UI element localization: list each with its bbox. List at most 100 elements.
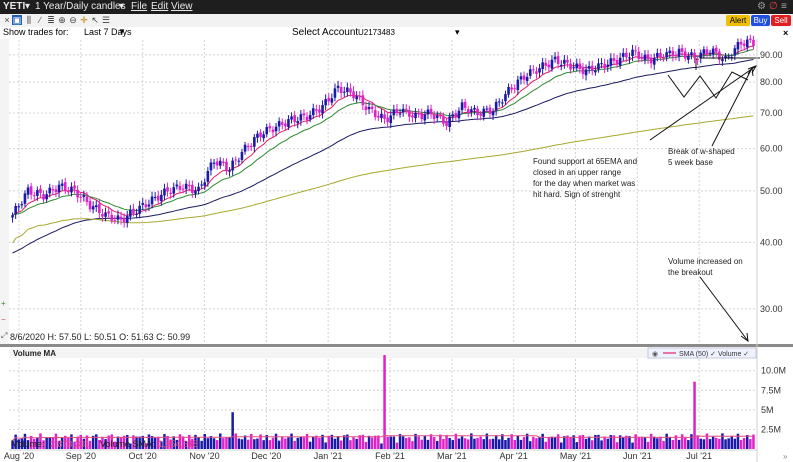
volume-title: Volume MA xyxy=(13,349,56,358)
panel-divider[interactable] xyxy=(0,344,793,347)
volume-bar xyxy=(634,434,637,449)
volume-bar xyxy=(231,412,234,449)
volume-bar xyxy=(690,434,693,449)
volume-bar xyxy=(622,437,625,449)
volume-bar xyxy=(708,439,712,449)
volume-bar xyxy=(733,438,737,449)
volume-bar xyxy=(491,438,495,449)
volume-bar xyxy=(513,440,516,449)
x-tick-label: Sep '20 xyxy=(66,451,96,461)
volume-bar xyxy=(646,441,650,449)
volume-tick-label: 2.5M xyxy=(761,424,781,434)
volume-bar xyxy=(243,435,247,449)
volume-bar xyxy=(510,434,513,449)
volume-bar xyxy=(587,436,591,449)
volume-bar xyxy=(535,438,538,449)
x-tick-label: Nov '20 xyxy=(189,451,219,461)
volume-bar xyxy=(380,443,383,449)
x-tick-label: Jul '21 xyxy=(686,451,712,461)
volume-bar xyxy=(240,439,244,449)
volume-bar xyxy=(739,439,743,449)
volume-bar xyxy=(333,438,337,449)
volume-bar xyxy=(293,440,296,449)
volume-bar xyxy=(488,439,492,449)
volume-bar xyxy=(560,442,563,449)
volume-bar xyxy=(727,438,730,449)
volume-bar xyxy=(228,437,231,449)
volume-bar xyxy=(600,440,603,449)
volume-bar xyxy=(529,441,532,449)
volume-bar xyxy=(473,438,476,449)
volume-bar xyxy=(467,439,470,449)
volume-bar xyxy=(507,437,510,449)
volume-bar xyxy=(429,434,433,449)
volume-bar xyxy=(749,439,752,449)
volume-bar xyxy=(653,436,656,449)
volume-bar xyxy=(364,441,368,449)
volume-bar xyxy=(711,436,715,449)
volume-bar xyxy=(392,436,396,449)
volume-bar xyxy=(702,439,706,449)
volume-bar xyxy=(219,433,222,449)
side-zoom-icon[interactable]: ⤢ xyxy=(0,331,7,340)
side-minus-icon[interactable]: − xyxy=(1,315,6,324)
volume-bar xyxy=(693,381,696,449)
volume-bar xyxy=(203,433,206,449)
volume-bar xyxy=(305,433,309,449)
volume-bar xyxy=(715,437,718,449)
x-tick-label: Jun '21 xyxy=(623,451,652,461)
volume-bar xyxy=(544,441,547,449)
price-tick-label: 40.00 xyxy=(760,237,783,247)
volume-bar xyxy=(752,434,755,449)
x-tick-label: Jan '21 xyxy=(314,451,343,461)
price-tick-label: 30.00 xyxy=(760,304,783,314)
volume-bar xyxy=(398,434,402,449)
legend-volume[interactable]: Volume ✓ xyxy=(718,351,749,358)
price-tick-label: 80.00 xyxy=(760,77,783,87)
volume-bar xyxy=(343,435,346,449)
volume-bar xyxy=(442,438,445,449)
chart-canvas: + − ⤢ 30.00 40.00 50.00 60.00 70.00 80.00 90.0… xyxy=(0,34,793,462)
annotation-support-line3: for the day when market was xyxy=(533,179,635,188)
volume-bar xyxy=(318,437,321,449)
volume-bar xyxy=(724,439,727,449)
volume-bar xyxy=(290,433,293,449)
volume-tick-label: 7.5M xyxy=(761,385,781,395)
legend-eye-icon[interactable]: ◉ xyxy=(652,351,658,358)
volume-bar xyxy=(271,437,275,449)
volume-bar xyxy=(448,437,451,449)
volume-bar xyxy=(532,436,535,449)
side-plus-icon[interactable]: + xyxy=(1,299,6,308)
volume-bar xyxy=(284,438,287,449)
volume-bar xyxy=(315,435,318,449)
volume-bar xyxy=(684,437,687,449)
volume-bar xyxy=(665,433,668,449)
volume-bar xyxy=(377,435,380,449)
scroll-right-icon[interactable]: » xyxy=(783,452,788,461)
volume-bar xyxy=(420,439,423,449)
volume-sma-label: Volume SMA: xyxy=(100,439,155,449)
volume-bar xyxy=(250,433,253,449)
volume-bar xyxy=(451,440,454,449)
volume-bar xyxy=(677,439,681,449)
volume-bar xyxy=(563,436,566,449)
volume-bar xyxy=(389,436,392,449)
annotation-support-line1: Found support at 65EMA and xyxy=(533,157,637,166)
volume-bar xyxy=(200,440,203,449)
annotation-volume-line1: Volume increased on xyxy=(668,257,743,266)
volume-bar xyxy=(256,438,259,449)
x-tick-label: Mar '21 xyxy=(437,451,467,461)
volume-bar xyxy=(668,437,671,449)
volume-bar xyxy=(324,442,327,449)
volume-bar xyxy=(281,436,284,449)
volume-bar xyxy=(656,438,659,449)
volume-bar xyxy=(339,440,343,449)
annotation-support-line2: closed in an upper range xyxy=(533,168,622,177)
volume-bar xyxy=(696,435,699,449)
x-tick-label: May '21 xyxy=(560,451,591,461)
volume-bar xyxy=(436,440,439,449)
legend-sma[interactable]: SMA (50) ✓ xyxy=(679,351,716,358)
volume-bar xyxy=(649,433,653,449)
volume-bar xyxy=(637,436,640,449)
volume-bar xyxy=(547,437,551,449)
